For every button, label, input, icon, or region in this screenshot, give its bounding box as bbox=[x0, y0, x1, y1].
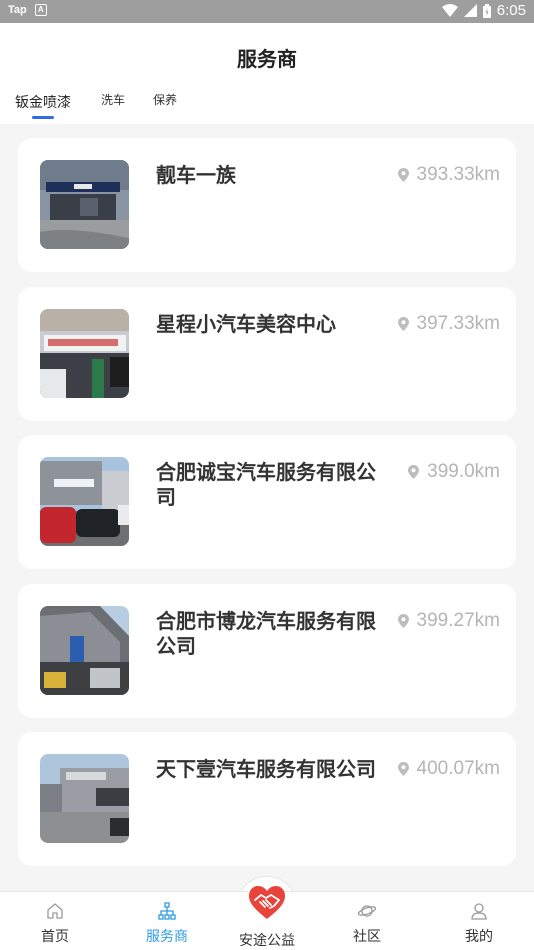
home-icon bbox=[47, 903, 63, 919]
provider-name: 靓车一族 bbox=[156, 165, 236, 187]
location-pin-icon bbox=[397, 317, 409, 331]
distance-value: 400.07km bbox=[416, 758, 500, 779]
provider-card[interactable]: 合肥诚宝汽车服务有限公司 399.0km bbox=[18, 435, 516, 569]
provider-photo bbox=[40, 160, 129, 249]
location-pin-icon bbox=[408, 465, 420, 479]
nav-profile[interactable]: 我的 bbox=[426, 892, 532, 950]
network-icon bbox=[158, 902, 176, 920]
provider-distance: 400.07km bbox=[397, 758, 500, 780]
provider-card[interactable]: 合肥市博龙汽车服务有限公司 399.27km bbox=[18, 584, 516, 718]
provider-distance: 397.33km bbox=[397, 313, 500, 335]
provider-distance: 399.27km bbox=[397, 610, 500, 632]
active-tab-indicator bbox=[32, 116, 54, 119]
location-pin-icon bbox=[397, 762, 409, 776]
provider-card[interactable]: 靓车一族 393.33km bbox=[18, 138, 516, 272]
nav-service-providers[interactable]: 服务商 bbox=[114, 892, 220, 950]
provider-card[interactable]: 星程小汽车美容中心 397.33km bbox=[18, 287, 516, 421]
wifi-icon bbox=[441, 4, 458, 17]
header: 服务商 钣金喷漆 洗车 保养 bbox=[0, 23, 534, 124]
provider-photo bbox=[40, 309, 129, 398]
distance-value: 397.33km bbox=[416, 313, 500, 334]
provider-photo bbox=[40, 606, 129, 695]
nav-charity-label[interactable]: 安途公益 bbox=[220, 930, 314, 950]
provider-photo bbox=[40, 457, 129, 546]
page-title: 服务商 bbox=[237, 49, 297, 71]
provider-card[interactable]: 天下壹汽车服务有限公司 400.07km bbox=[18, 732, 516, 866]
tab-car-wash[interactable]: 洗车 bbox=[101, 91, 125, 108]
handshake-heart-icon[interactable] bbox=[247, 883, 287, 923]
distance-value: 399.0km bbox=[427, 461, 500, 482]
provider-distance: 399.0km bbox=[408, 461, 500, 483]
nav-label: 社区 bbox=[353, 928, 381, 944]
provider-name: 合肥诚宝汽车服务有限公司 bbox=[156, 462, 376, 509]
nav-community[interactable]: 社区 bbox=[314, 892, 420, 950]
provider-name: 天下壹汽车服务有限公司 bbox=[156, 759, 376, 781]
provider-distance: 393.33km bbox=[397, 164, 500, 186]
app-notification-icon: Tap bbox=[8, 4, 27, 16]
clock: 6:05 bbox=[496, 2, 526, 19]
nav-label: 服务商 bbox=[146, 928, 188, 944]
signal-icon bbox=[463, 4, 477, 17]
planet-icon bbox=[357, 905, 377, 917]
notification-icon: A bbox=[34, 4, 47, 16]
distance-value: 393.33km bbox=[416, 164, 500, 185]
category-tabs: 钣金喷漆 洗车 保养 bbox=[0, 89, 534, 124]
nav-label: 我的 bbox=[465, 928, 493, 944]
provider-name: 合肥市博龙汽车服务有限公司 bbox=[156, 611, 376, 658]
tab-maintenance[interactable]: 保养 bbox=[153, 91, 177, 108]
location-pin-icon bbox=[397, 168, 409, 182]
distance-value: 399.27km bbox=[416, 610, 500, 631]
status-bar: Tap A 6:05 bbox=[0, 0, 534, 23]
user-icon bbox=[471, 903, 487, 920]
tab-sheet-metal-paint[interactable]: 钣金喷漆 bbox=[15, 92, 71, 112]
nav-home[interactable]: 首页 bbox=[2, 892, 108, 950]
provider-photo bbox=[40, 754, 129, 843]
battery-icon bbox=[482, 3, 491, 18]
provider-name: 星程小汽车美容中心 bbox=[156, 314, 336, 336]
location-pin-icon bbox=[397, 614, 409, 628]
nav-label: 首页 bbox=[41, 928, 69, 944]
